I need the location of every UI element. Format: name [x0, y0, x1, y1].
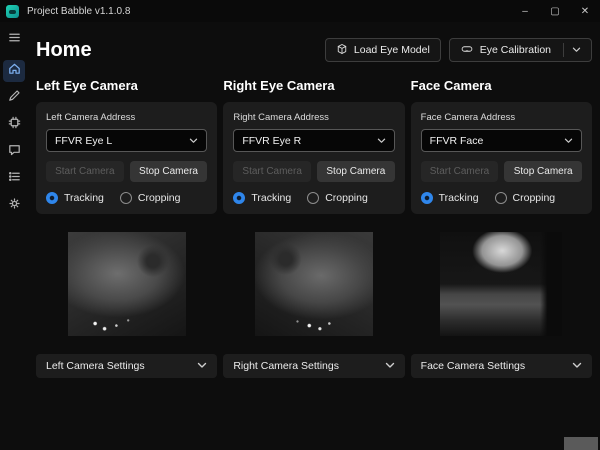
- pencil-icon: [7, 88, 22, 108]
- right-eye-camera-preview: [255, 232, 373, 336]
- right-camera-settings-expander[interactable]: Right Camera Settings: [223, 354, 404, 378]
- chevron-down-icon: [572, 360, 582, 372]
- tracking-radio[interactable]: Tracking: [233, 192, 291, 204]
- tracking-radio[interactable]: Tracking: [46, 192, 104, 204]
- stop-camera-button[interactable]: Stop Camera: [317, 161, 395, 182]
- radio-unselected-icon: [120, 192, 132, 204]
- list-icon: [7, 169, 22, 189]
- sidebar-item-firmware[interactable]: [3, 114, 25, 136]
- chevron-down-icon[interactable]: [572, 44, 581, 56]
- sidebar: [0, 22, 28, 450]
- start-camera-button[interactable]: Start Camera: [421, 161, 499, 182]
- cropping-radio[interactable]: Cropping: [495, 192, 556, 204]
- right-eye-column: Right Eye Camera Right Camera Address FF…: [223, 78, 404, 378]
- chevron-down-icon: [385, 360, 395, 372]
- sidebar-item-logs[interactable]: [3, 168, 25, 190]
- face-camera-preview: [440, 232, 562, 336]
- minimize-button[interactable]: –: [510, 0, 540, 22]
- tracking-radio[interactable]: Tracking: [421, 192, 479, 204]
- left-camera-panel: Left Camera Address FFVR Eye L Start Cam…: [36, 102, 217, 214]
- chat-icon: [7, 142, 22, 162]
- home-icon: [7, 61, 22, 81]
- column-title: Left Eye Camera: [36, 78, 217, 93]
- goggles-icon: [460, 43, 474, 58]
- sidebar-item-feedback[interactable]: [3, 141, 25, 163]
- camera-address-label: Left Camera Address: [46, 112, 207, 123]
- start-camera-button[interactable]: Start Camera: [233, 161, 311, 182]
- face-camera-address-select[interactable]: FFVR Face: [421, 129, 582, 152]
- camera-address-label: Face Camera Address: [421, 112, 582, 123]
- stop-camera-button[interactable]: Stop Camera: [504, 161, 582, 182]
- cropping-radio[interactable]: Cropping: [307, 192, 368, 204]
- selected-value: FFVR Face: [430, 135, 484, 147]
- app-logo-icon: [6, 5, 19, 18]
- radio-selected-icon: [46, 192, 58, 204]
- radio-unselected-icon: [307, 192, 319, 204]
- main-content: Home Load Eye Model Eye Calibration Left…: [28, 22, 600, 450]
- chip-icon: [7, 115, 22, 135]
- chevron-down-icon: [197, 360, 207, 372]
- column-title: Right Eye Camera: [223, 78, 404, 93]
- model-cube-icon: [336, 43, 348, 58]
- right-camera-address-select[interactable]: FFVR Eye R: [233, 129, 394, 152]
- load-eye-model-button[interactable]: Load Eye Model: [325, 38, 441, 62]
- chevron-down-icon: [377, 135, 386, 147]
- menu-icon: [7, 30, 22, 50]
- radio-selected-icon: [421, 192, 433, 204]
- sidebar-item-edit[interactable]: [3, 87, 25, 109]
- bottom-right-overlay: [564, 437, 598, 450]
- face-camera-panel: Face Camera Address FFVR Face Start Came…: [411, 102, 592, 214]
- eye-calibration-button[interactable]: Eye Calibration: [449, 38, 592, 62]
- cropping-radio[interactable]: Cropping: [120, 192, 181, 204]
- button-divider: [563, 43, 564, 57]
- left-camera-address-select[interactable]: FFVR Eye L: [46, 129, 207, 152]
- left-eye-column: Left Eye Camera Left Camera Address FFVR…: [36, 78, 217, 378]
- start-camera-button[interactable]: Start Camera: [46, 161, 124, 182]
- chevron-down-icon: [189, 135, 198, 147]
- close-button[interactable]: ✕: [570, 0, 600, 22]
- stop-camera-button[interactable]: Stop Camera: [130, 161, 208, 182]
- camera-address-label: Right Camera Address: [233, 112, 394, 123]
- sidebar-item-menu[interactable]: [3, 29, 25, 51]
- window-controls: – ▢ ✕: [510, 0, 600, 22]
- sidebar-item-home[interactable]: [3, 60, 25, 82]
- selected-value: FFVR Eye R: [242, 135, 301, 147]
- chevron-down-icon: [564, 135, 573, 147]
- radio-unselected-icon: [495, 192, 507, 204]
- left-eye-camera-preview: [68, 232, 186, 336]
- window-title: Project Babble v1.1.0.8: [27, 6, 130, 17]
- titlebar: Project Babble v1.1.0.8 – ▢ ✕: [0, 0, 600, 22]
- radio-selected-icon: [233, 192, 245, 204]
- gear-icon: [7, 196, 22, 216]
- selected-value: FFVR Eye L: [55, 135, 112, 147]
- sidebar-item-settings[interactable]: [3, 195, 25, 217]
- right-camera-panel: Right Camera Address FFVR Eye R Start Ca…: [223, 102, 404, 214]
- face-column: Face Camera Face Camera Address FFVR Fac…: [411, 78, 592, 378]
- column-title: Face Camera: [411, 78, 592, 93]
- face-camera-settings-expander[interactable]: Face Camera Settings: [411, 354, 592, 378]
- maximize-button[interactable]: ▢: [540, 0, 570, 22]
- page-title: Home: [36, 39, 92, 62]
- left-camera-settings-expander[interactable]: Left Camera Settings: [36, 354, 217, 378]
